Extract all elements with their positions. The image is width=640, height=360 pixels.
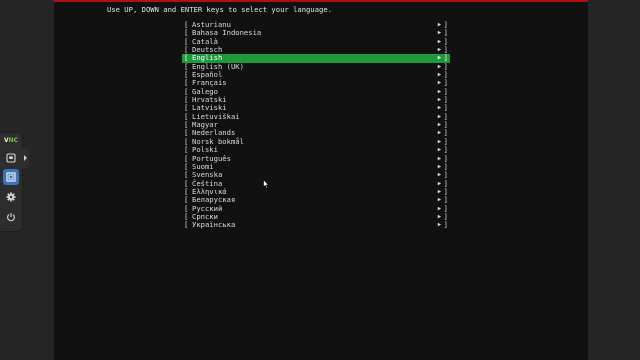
language-option[interactable]: [Norsk bokmål ▶]: [182, 137, 450, 146]
arrow-right-icon: ▶: [437, 88, 441, 95]
arrow-right-icon: ▶: [437, 222, 441, 229]
vnc-console-screen[interactable]: Use UP, DOWN and ENTER keys to select yo…: [54, 0, 588, 360]
settings-button[interactable]: [3, 189, 19, 205]
language-option[interactable]: [Українська ▶]: [182, 220, 450, 230]
arrow-right-icon: ▶: [437, 213, 441, 220]
arrow-right-icon: ▶: [437, 55, 441, 62]
arrow-right-icon: ▶: [437, 180, 441, 187]
arrow-right-icon: ▶: [437, 155, 441, 162]
mouse-cursor-icon: [263, 179, 269, 189]
power-icon: [7, 213, 15, 222]
arrow-right-icon: ▶: [437, 147, 441, 154]
bracket-right: ]: [443, 220, 448, 230]
instruction-text: Use UP, DOWN and ENTER keys to select yo…: [107, 5, 333, 14]
arrow-right-icon: ▶: [437, 105, 441, 112]
arrow-right-icon: ▶: [437, 113, 441, 120]
language-option[interactable]: [Bahasa Indonesia ▶]: [182, 28, 450, 37]
language-option[interactable]: [Русский ▶]: [182, 204, 450, 213]
language-option[interactable]: [Français ▶]: [182, 79, 450, 88]
arrow-right-icon: ▶: [437, 122, 441, 129]
arrow-right-icon: ▶: [437, 47, 441, 54]
language-option[interactable]: [Беларуская ▶]: [182, 195, 450, 204]
bracket-left: [: [184, 220, 189, 230]
vnc-control-bar: VNC: [0, 133, 22, 231]
arrow-right-icon: ▶: [437, 80, 441, 87]
language-name: Українська: [192, 220, 236, 230]
vnc-panel-toggle-handle[interactable]: [22, 148, 29, 168]
language-list[interactable]: [Asturianu ▶][Bahasa Indonesia ▶][Català ▶]…: [182, 20, 450, 230]
chevron-right-icon: [24, 155, 27, 161]
fullscreen-button[interactable]: [3, 169, 19, 185]
language-option[interactable]: [English (UK) ▶]: [182, 62, 450, 71]
language-option[interactable]: [Català ▶]: [182, 37, 450, 46]
arrow-right-icon: ▶: [437, 172, 441, 179]
vnc-logo: VNC: [2, 136, 20, 146]
arrow-right-icon: ▶: [437, 38, 441, 45]
language-option[interactable]: [Lietuviškai ▶]: [182, 112, 450, 121]
arrow-right-icon: ▶: [437, 205, 441, 212]
display-button[interactable]: [3, 150, 19, 166]
arrow-right-icon: ▶: [437, 138, 441, 145]
console-top-bar: [54, 0, 588, 2]
language-option[interactable]: [Deutsch ▶]: [182, 45, 450, 54]
language-option[interactable]: [Suomi ▶]: [182, 162, 450, 171]
vnc-logo-nc: NC: [8, 137, 19, 144]
arrow-right-icon: ▶: [437, 97, 441, 104]
language-option[interactable]: [Svenska ▶]: [182, 170, 450, 179]
power-button[interactable]: [3, 209, 19, 225]
settings-gear-icon: [6, 192, 16, 202]
fullscreen-icon: [6, 172, 16, 182]
arrow-right-icon: ▶: [437, 188, 441, 195]
language-option[interactable]: [Português ▶]: [182, 154, 450, 163]
display-icon: [6, 153, 16, 163]
arrow-right-icon: ▶: [437, 130, 441, 137]
arrow-right-icon: ▶: [437, 197, 441, 204]
arrow-right-icon: ▶: [437, 22, 441, 28]
arrow-right-icon: ▶: [437, 163, 441, 170]
arrow-right-icon: ▶: [437, 72, 441, 79]
arrow-right-icon: ▶: [437, 30, 441, 37]
arrow-right-icon: ▶: [437, 63, 441, 70]
